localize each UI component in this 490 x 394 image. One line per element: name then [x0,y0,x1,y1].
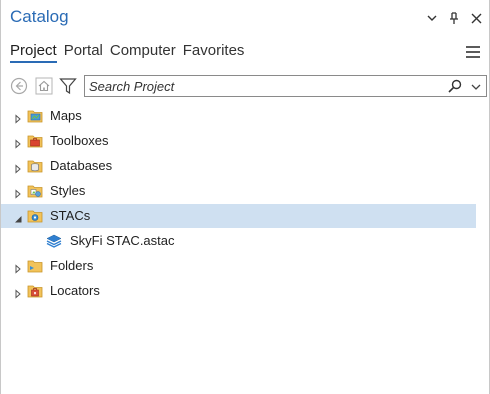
home-icon[interactable] [34,75,54,97]
tree-item-styles[interactable]: Styles [1,179,489,203]
expand-arrow-icon[interactable] [13,286,23,299]
tree-item-label: Toolboxes [50,133,109,148]
expand-arrow-icon[interactable] [13,186,23,199]
search-input[interactable] [89,77,429,95]
toolbox-folder-icon [27,133,43,149]
back-arrow-icon[interactable] [9,75,29,97]
tree-item-stacs[interactable]: STACs [1,204,476,228]
pane-title-controls [425,11,483,25]
search-icon[interactable] [448,79,462,93]
tree-item-label: Folders [50,258,94,273]
chevron-down-icon[interactable] [470,80,482,92]
expand-arrow-icon[interactable] [13,161,23,174]
tree-item-label: Maps [50,108,82,123]
tab-computer[interactable]: Computer [110,42,176,63]
styles-folder-icon [27,183,43,199]
tree-item-toolboxes[interactable]: Toolboxes [1,129,489,153]
tab-project[interactable]: Project [10,42,57,63]
stac-folder-icon [27,208,43,224]
pane-title: Catalog [10,7,69,26]
tree-item-label: Locators [50,283,100,298]
tree-item-label: SkyFi STAC.astac [70,233,175,248]
expand-arrow-icon[interactable] [13,111,23,124]
chevron-down-icon[interactable] [425,11,439,25]
filter-icon[interactable] [58,75,78,97]
folder-icon [27,258,43,274]
tree-item-label: Databases [50,158,113,173]
tab-portal[interactable]: Portal [64,42,103,63]
tree-item-databases[interactable]: Databases [1,154,489,178]
search-box [84,75,487,97]
tree-item-folders[interactable]: Folders [1,254,489,278]
tree-item-skyfi-stac[interactable]: SkyFi STAC.astac [1,229,489,253]
catalog-pane: Catalog Project Portal Computer Favorite… [0,0,490,394]
locator-folder-icon [27,283,43,299]
pane-title-bar: Catalog [1,0,489,34]
catalog-toolbar [9,75,487,97]
tree-item-label: STACs [50,208,91,223]
tab-favorites[interactable]: Favorites [183,42,245,63]
catalog-tabs: Project Portal Computer Favorites [10,42,244,63]
close-icon[interactable] [469,11,483,25]
menu-icon[interactable] [466,45,480,58]
expand-arrow-icon[interactable] [13,136,23,149]
maps-folder-icon [27,108,43,124]
tree-item-locators[interactable]: Locators [1,279,489,303]
pin-icon[interactable] [447,11,461,25]
collapse-arrow-icon[interactable] [13,211,23,223]
stac-connection-icon [46,233,62,249]
database-folder-icon [27,158,43,174]
expand-arrow-icon[interactable] [13,261,23,274]
tree-item-label: Styles [50,183,86,198]
tree-item-maps[interactable]: Maps [1,104,489,128]
